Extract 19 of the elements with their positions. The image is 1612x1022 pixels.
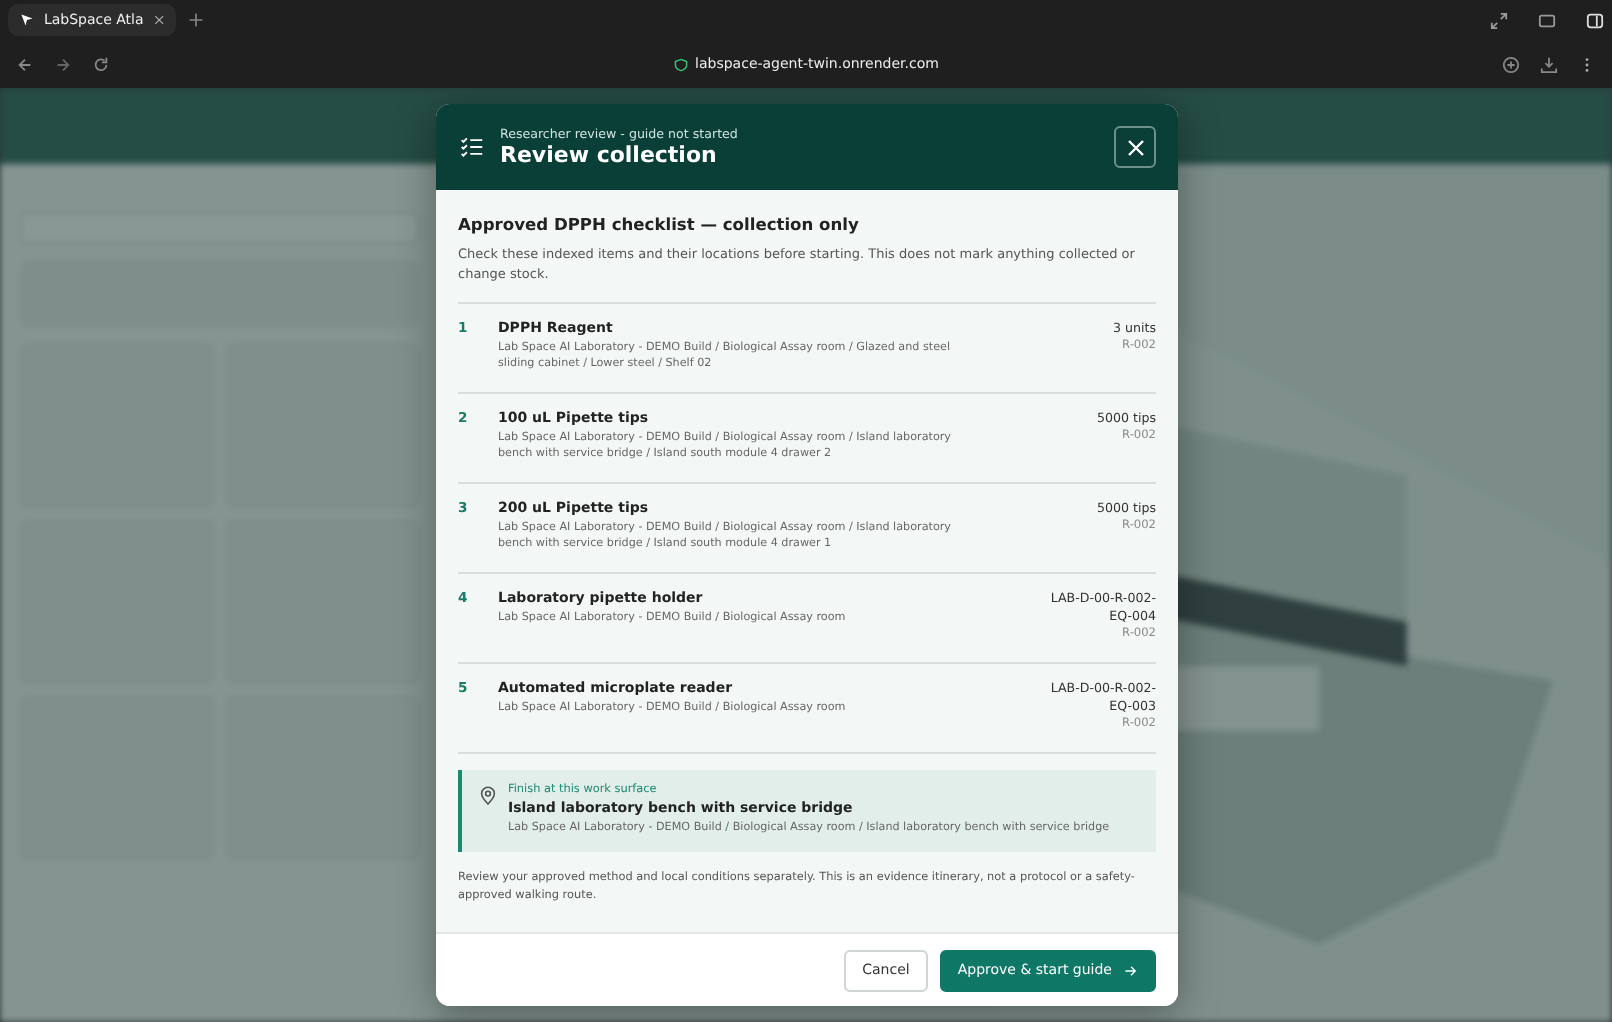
reload-icon[interactable] bbox=[92, 55, 110, 73]
new-tab-icon[interactable] bbox=[188, 12, 204, 28]
checklist-heading: Approved DPPH checklist — collection only bbox=[458, 214, 861, 234]
install-icon[interactable] bbox=[1502, 55, 1520, 73]
forward-icon[interactable] bbox=[54, 55, 72, 73]
close-icon bbox=[1125, 137, 1145, 157]
window-icon[interactable] bbox=[1538, 11, 1556, 29]
download-icon[interactable] bbox=[1540, 55, 1558, 73]
sidebar-icon[interactable] bbox=[1586, 11, 1604, 29]
close-button[interactable] bbox=[1114, 126, 1156, 168]
location-pin-icon bbox=[480, 785, 496, 805]
back-icon[interactable] bbox=[16, 55, 34, 73]
arrow-right-icon bbox=[1124, 963, 1138, 977]
checklist-icon bbox=[460, 136, 484, 158]
expand-icon[interactable] bbox=[1490, 11, 1508, 29]
dialog-title: Review collection bbox=[500, 141, 719, 167]
cursor-icon bbox=[20, 12, 34, 28]
shield-icon bbox=[673, 57, 688, 71]
close-icon[interactable] bbox=[153, 14, 164, 26]
